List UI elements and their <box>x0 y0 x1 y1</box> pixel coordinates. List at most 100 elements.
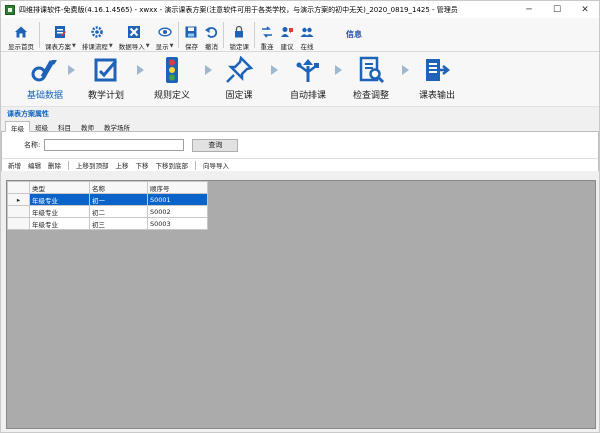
move-to-bottom-button[interactable]: 下移到底部 <box>156 160 189 170</box>
window-controls: ─ ☐ ✕ <box>515 1 599 18</box>
cell-order[interactable]: S0001 <box>147 193 208 206</box>
toolbar-display-label: 显示 ▼ <box>155 43 174 51</box>
toolbar-separator <box>253 22 255 48</box>
cell-name[interactable]: 初一 <box>89 193 148 206</box>
row-header-corner <box>7 181 30 194</box>
table-header-row: 类型 名称 顺序号 <box>7 181 208 194</box>
chevron-down-icon: ▼ <box>169 43 174 49</box>
tab-teacher[interactable]: 教师 <box>76 121 99 132</box>
toolbar-save-button[interactable]: 保存 <box>181 19 201 51</box>
cell-type[interactable]: 年级专业 <box>29 205 90 218</box>
pin-icon <box>225 56 253 84</box>
toolbar-suggest-label: 建议 <box>280 43 294 51</box>
table-row[interactable]: 年级专业 初二 S0002 <box>7 205 208 218</box>
section-title: 课表方案属性 <box>1 108 599 120</box>
maximize-button[interactable]: ☐ <box>543 1 571 18</box>
toolbar-separator <box>195 160 196 170</box>
column-header-order[interactable]: 顺序号 <box>147 181 208 194</box>
undo-icon <box>204 25 218 39</box>
column-header-type[interactable]: 类型 <box>29 181 90 194</box>
cell-type[interactable]: 年级专业 <box>29 217 90 230</box>
minimize-button[interactable]: ─ <box>515 1 543 18</box>
row-selector[interactable] <box>7 217 30 230</box>
cell-order[interactable]: S0003 <box>147 217 208 230</box>
grid-toolbar: 新增 编辑 删除 上移到顶部 上移 下移 下移到底部 向导导入 <box>1 158 599 171</box>
move-up-button[interactable]: 上移 <box>116 160 129 170</box>
tab-class[interactable]: 班级 <box>30 121 53 132</box>
row-selector[interactable] <box>7 205 30 218</box>
move-to-top-button[interactable]: 上移到顶部 <box>76 160 109 170</box>
wizard-import-button[interactable]: 向导导入 <box>203 160 229 170</box>
step-check-adjust[interactable]: 检查调整 <box>341 56 401 101</box>
check-adjust-icon <box>357 56 385 84</box>
cell-name[interactable]: 初二 <box>89 205 148 218</box>
edit-button[interactable]: 编辑 <box>28 160 41 170</box>
name-search-input[interactable] <box>44 139 185 151</box>
table-row[interactable]: ▸ 年级专业 初一 S0001 <box>7 193 208 206</box>
toolbar-reconnect-button[interactable]: 重连 <box>257 19 277 51</box>
step-check-adjust-label: 检查调整 <box>352 91 389 101</box>
toolbar-schedule-plan-label: 课表方案 ▼ <box>45 43 76 51</box>
tab-venue[interactable]: 教学场所 <box>99 121 135 132</box>
info-label[interactable]: 信息 <box>346 29 362 40</box>
cell-order[interactable]: S0002 <box>147 205 208 218</box>
step-basic-data-label: 基础数据 <box>26 91 63 101</box>
move-down-button[interactable]: 下移 <box>136 160 149 170</box>
add-button[interactable]: 新增 <box>8 160 21 170</box>
online-users-icon <box>300 25 314 39</box>
step-schedule-output-label: 课表输出 <box>418 91 455 101</box>
chevron-down-icon: ▼ <box>145 43 150 49</box>
chevron-down-icon: ▼ <box>108 43 113 49</box>
arrow-right-icon <box>271 65 278 75</box>
step-auto-schedule[interactable]: 自动排课 <box>278 56 338 101</box>
toolbar-home-button[interactable]: 显示首页 <box>5 19 37 51</box>
toolbar-undo-label: 撤消 <box>204 43 218 51</box>
cell-type[interactable]: 年级专业 <box>29 193 90 206</box>
query-button[interactable]: 查询 <box>192 138 239 152</box>
toolbar-reconnect-label: 重连 <box>260 43 274 51</box>
column-header-name[interactable]: 名称 <box>89 181 148 194</box>
reconnect-icon <box>260 25 274 39</box>
toolbar-schedule-plan-button[interactable]: 课表方案 ▼ <box>42 19 79 51</box>
save-icon <box>184 25 198 39</box>
teaching-plan-icon <box>92 56 120 84</box>
step-fixed-lesson-label: 固定课 <box>225 91 253 101</box>
step-auto-schedule-label: 自动排课 <box>289 91 326 101</box>
tab-grade[interactable]: 年级 <box>5 121 30 133</box>
eye-icon <box>157 25 172 39</box>
auto-schedule-icon <box>294 56 322 84</box>
toolbar-display-button[interactable]: 显示 ▼ <box>153 19 177 51</box>
close-button[interactable]: ✕ <box>571 1 599 18</box>
delete-button[interactable]: 删除 <box>48 160 61 170</box>
tab-subject[interactable]: 科目 <box>53 121 76 132</box>
step-schedule-output[interactable]: 课表输出 <box>407 56 467 101</box>
traffic-light-icon <box>158 56 186 84</box>
step-rule-definition[interactable]: 规则定义 <box>142 56 202 101</box>
toolbar-separator <box>39 22 40 48</box>
chevron-down-icon: ▼ <box>72 43 76 49</box>
toolbar-lock-button[interactable]: 锁定课 <box>226 19 252 51</box>
row-selector-icon[interactable]: ▸ <box>7 193 30 206</box>
lock-icon <box>232 25 246 39</box>
flow-gear-icon <box>90 25 104 39</box>
toolbar-import-button[interactable]: 数据导入 ▼ <box>116 19 153 51</box>
schedule-plan-icon <box>53 25 67 39</box>
toolbar-flow-button[interactable]: 排课流程 ▼ <box>79 19 116 51</box>
toolbar-separator <box>178 22 180 48</box>
toolbar-online-label: 在线 <box>300 43 314 51</box>
window-title: 四维排课软件-免费版(4.16.1.4565) - xwxx - 演示课表方案(… <box>19 5 458 14</box>
toolbar-suggest-button[interactable]: 建议 <box>277 19 297 51</box>
toolbar-undo-button[interactable]: 撤消 <box>201 19 221 51</box>
suggest-icon <box>280 25 294 39</box>
toolbar-import-label: 数据导入 ▼ <box>118 43 150 51</box>
step-teaching-plan[interactable]: 教学计划 <box>76 56 136 101</box>
search-row: 名称: 查询 <box>1 132 599 158</box>
entity-tabs: 年级 班级 科目 教师 教学场所 <box>1 120 599 133</box>
search-label: 名称: <box>24 141 41 149</box>
export-icon <box>423 56 451 84</box>
table-row[interactable]: 年级专业 初三 S0003 <box>7 217 208 230</box>
step-fixed-lesson[interactable]: 固定课 <box>209 56 269 101</box>
step-basic-data[interactable]: 基础数据 <box>15 56 75 101</box>
toolbar-online-button[interactable]: 在线 <box>297 19 317 51</box>
cell-name[interactable]: 初三 <box>89 217 148 230</box>
